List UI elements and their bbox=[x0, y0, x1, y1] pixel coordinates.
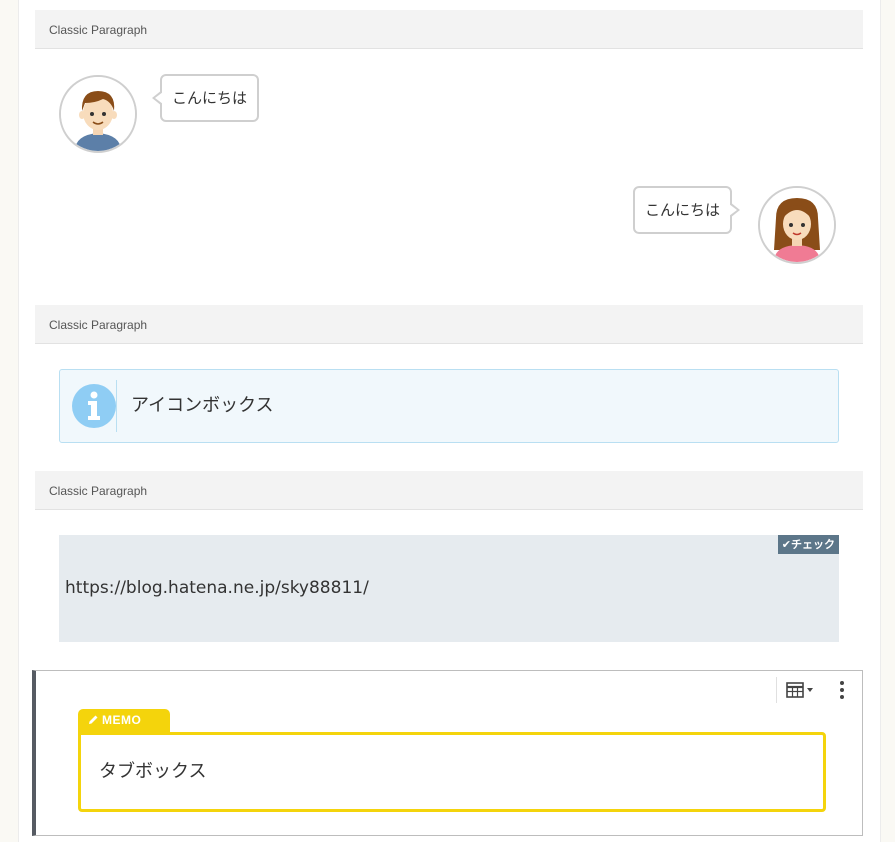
toolbar-separator bbox=[776, 677, 777, 703]
speech-text: こんにちは bbox=[645, 201, 721, 219]
more-vertical-icon bbox=[840, 681, 844, 699]
icon-divider bbox=[116, 380, 117, 432]
info-icon bbox=[72, 384, 116, 428]
girl-avatar bbox=[758, 186, 836, 264]
tab-box-block[interactable]: MEMO タブボックス bbox=[32, 670, 863, 836]
memo-text: タブボックス bbox=[99, 761, 207, 782]
table-icon bbox=[786, 682, 804, 698]
memo-tab-label: MEMO bbox=[102, 713, 142, 727]
block-header[interactable]: Classic Paragraph bbox=[35, 471, 863, 510]
check-box-url: https://blog.hatena.ne.jp/sky88811/ bbox=[65, 578, 369, 598]
block-toolbar bbox=[776, 671, 862, 705]
boy-avatar bbox=[59, 75, 137, 153]
check-icon: ✔ bbox=[781, 538, 791, 551]
check-label: ✔チェック bbox=[777, 535, 839, 554]
icon-box-text: アイコンボックス bbox=[131, 395, 274, 416]
speech-bubble-left: こんにちは bbox=[152, 74, 260, 122]
speech-text: こんにちは bbox=[172, 89, 248, 107]
memo-tab: MEMO bbox=[78, 709, 170, 733]
block-header[interactable]: Classic Paragraph bbox=[35, 305, 863, 344]
check-label-text: チェック bbox=[791, 538, 835, 551]
pencil-icon bbox=[89, 715, 98, 724]
block-header[interactable]: Classic Paragraph bbox=[35, 10, 863, 49]
block-type-label: Classic Paragraph bbox=[49, 484, 148, 498]
speech-bubble-right: こんにちは bbox=[633, 186, 741, 234]
more-options-button[interactable] bbox=[834, 679, 850, 701]
chevron-down-icon bbox=[807, 688, 813, 692]
memo-box[interactable]: タブボックス bbox=[78, 732, 826, 812]
block-type-label: Classic Paragraph bbox=[49, 318, 148, 332]
icon-box[interactable]: アイコンボックス bbox=[59, 369, 839, 443]
table-button[interactable] bbox=[786, 680, 820, 700]
block-type-label: Classic Paragraph bbox=[49, 23, 148, 37]
check-box[interactable]: ✔チェック https://blog.hatena.ne.jp/sky88811… bbox=[59, 535, 839, 642]
